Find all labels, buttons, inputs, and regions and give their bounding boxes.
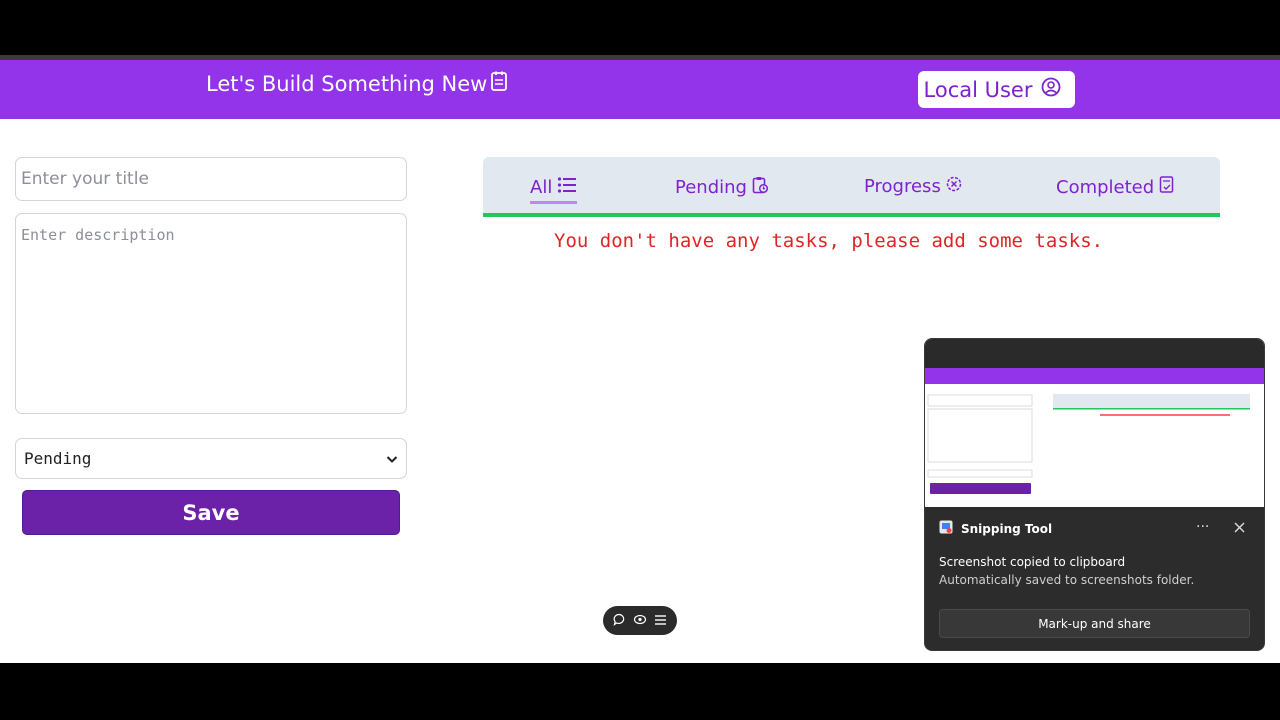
toast-header: Snipping Tool [939, 520, 1052, 537]
task-tabs: All Pending Progress Completed [483, 157, 1220, 217]
local-user-button[interactable]: Local User [918, 71, 1075, 108]
thumbnail-preview-shapes [927, 394, 1250, 494]
save-button[interactable]: Save [22, 490, 400, 535]
comment-icon[interactable] [613, 611, 626, 630]
tab-all[interactable]: All [530, 176, 578, 204]
bottom-letterbox [0, 663, 1280, 720]
navbar: Let's Build Something New Local User [0, 60, 1280, 119]
circle-x-icon [946, 176, 962, 197]
tab-completed[interactable]: Completed [1056, 176, 1174, 198]
clipboard-clock-icon [752, 176, 769, 199]
tab-label: All [530, 177, 553, 198]
list-icon [557, 176, 577, 199]
status-selected-value: Pending [24, 449, 92, 468]
top-letterbox [0, 0, 1280, 55]
snipping-tool-icon [939, 520, 953, 537]
close-icon[interactable] [1234, 519, 1245, 537]
tab-label: Pending [675, 177, 747, 198]
markup-and-share-button[interactable]: Mark-up and share [939, 609, 1250, 638]
chevron-down-icon [386, 449, 398, 468]
brand-title: Let's Build Something New [206, 71, 488, 96]
more-options-icon[interactable]: ··· [1196, 519, 1209, 535]
description-input[interactable] [15, 213, 407, 414]
toast-title: Screenshot copied to clipboard [939, 555, 1126, 569]
tab-label: Progress [864, 176, 941, 197]
status-select[interactable]: Pending [15, 438, 407, 479]
floating-toolbar [603, 606, 677, 635]
toast-app-name: Snipping Tool [961, 521, 1053, 536]
notepad-icon [489, 70, 509, 97]
thumbnail-browser-chrome [925, 339, 1264, 368]
screenshot-thumbnail[interactable] [925, 339, 1264, 507]
eye-icon[interactable] [633, 611, 647, 630]
toast-subtitle: Automatically saved to screenshots folde… [939, 573, 1195, 587]
empty-tasks-message: You don't have any tasks, please add som… [554, 230, 1104, 252]
thumbnail-navbar [925, 368, 1264, 384]
tab-progress[interactable]: Progress [864, 176, 962, 197]
menu-icon[interactable] [654, 611, 667, 630]
tab-pending[interactable]: Pending [675, 176, 769, 199]
title-input[interactable] [15, 157, 407, 201]
tab-label: Completed [1056, 176, 1155, 198]
user-label: Local User [923, 77, 1033, 102]
brand: Let's Build Something New [206, 70, 509, 97]
snipping-tool-notification: Snipping Tool ··· Screenshot copied to c… [924, 338, 1265, 651]
document-check-icon [1159, 176, 1174, 198]
user-circle-icon [1041, 77, 1061, 102]
